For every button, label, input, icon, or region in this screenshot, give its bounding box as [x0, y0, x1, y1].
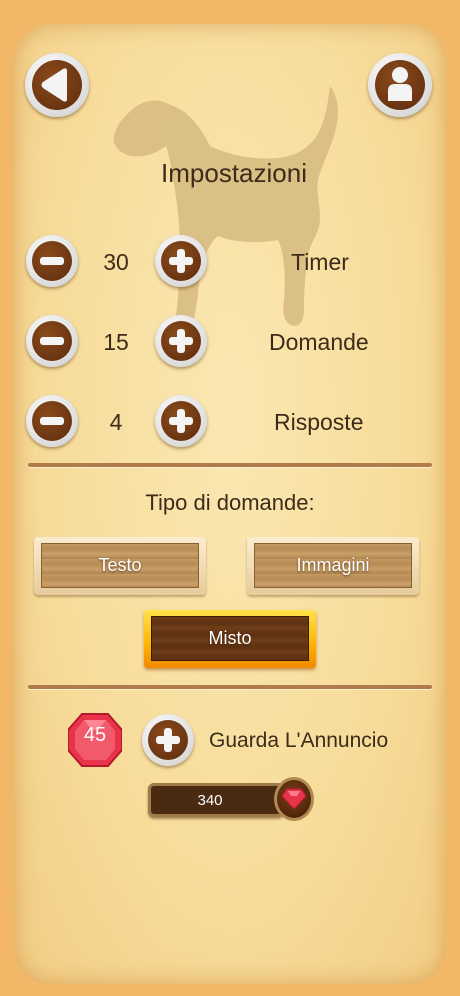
plus-icon: [169, 249, 193, 273]
domande-minus-button[interactable]: [26, 315, 78, 367]
balance-gem-badge: [274, 777, 314, 821]
domande-label: Domande: [269, 329, 369, 355]
risposte-plus-button[interactable]: [155, 395, 207, 447]
risposte-label: Risposte: [274, 409, 364, 435]
option-testo-label: Testo: [41, 543, 199, 588]
page-title: Impostazioni: [161, 158, 307, 188]
option-misto-button[interactable]: Misto: [144, 610, 316, 668]
risposte-value: 4: [109, 409, 123, 435]
watch-ad-label: Guarda L'Annuncio: [209, 729, 389, 752]
divider: [28, 685, 432, 689]
timer-minus-button[interactable]: [26, 235, 78, 287]
domande-plus-button[interactable]: [155, 315, 207, 367]
minus-icon: [40, 417, 64, 425]
gem-icon: [282, 788, 306, 810]
timer-label: Timer: [291, 249, 349, 275]
timer-plus-button[interactable]: [155, 235, 207, 287]
risposte-minus-button[interactable]: [26, 395, 78, 447]
minus-icon: [40, 337, 64, 345]
plus-icon: [156, 728, 180, 752]
back-arrow-icon: [41, 68, 67, 102]
back-button[interactable]: [25, 53, 89, 117]
gem-balance-value: 340: [197, 791, 223, 809]
watch-ad-plus-button[interactable]: [142, 714, 194, 766]
minus-icon: [40, 257, 64, 265]
gem-balance-bar: 340: [148, 783, 284, 817]
profile-icon: [388, 67, 412, 101]
plus-icon: [169, 409, 193, 433]
dog-silhouette: [113, 86, 338, 327]
divider: [28, 463, 432, 467]
option-immagini-label: Immagini: [254, 543, 412, 588]
option-testo-button[interactable]: Testo: [34, 537, 206, 595]
domande-value: 15: [103, 329, 129, 355]
plus-icon: [169, 329, 193, 353]
timer-value: 30: [103, 249, 129, 275]
profile-button[interactable]: [368, 53, 432, 117]
option-immagini-button[interactable]: Immagini: [247, 537, 419, 595]
question-type-heading: Tipo di domande:: [145, 490, 315, 515]
option-misto-label: Misto: [151, 616, 309, 661]
gem-count: 45: [83, 724, 107, 746]
